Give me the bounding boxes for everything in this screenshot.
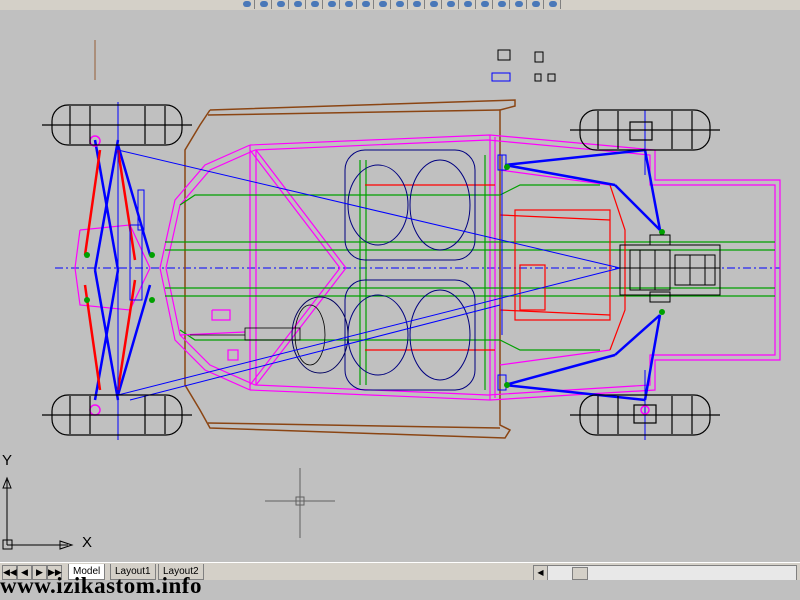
match-icon (311, 1, 319, 7)
ortho-icon[interactable] (393, 0, 408, 9)
lwt-icon[interactable] (461, 0, 476, 9)
render-icon (345, 1, 353, 7)
snap-icon (379, 1, 387, 7)
distance-icon (328, 1, 336, 7)
front-suspension (83, 102, 155, 440)
help-icon (549, 1, 557, 7)
polar-icon[interactable] (410, 0, 425, 9)
body-outline (94, 40, 516, 439)
ortho-icon (396, 1, 404, 7)
grid-icon (362, 1, 370, 7)
ucs-x-label: X (82, 534, 93, 551)
layer-icon (277, 1, 285, 7)
match-icon[interactable] (308, 0, 323, 9)
model-icon[interactable] (478, 0, 493, 9)
model-icon (481, 1, 489, 7)
print-icon[interactable] (495, 0, 510, 9)
scroll-left-icon[interactable]: ◀ (534, 566, 548, 580)
snap-icon[interactable] (376, 0, 391, 9)
help-icon[interactable] (546, 0, 561, 9)
otrack-icon (447, 1, 455, 7)
otrack-icon[interactable] (444, 0, 459, 9)
seats (291, 149, 476, 391)
osnap-icon[interactable] (427, 0, 442, 9)
polar-icon (413, 1, 421, 7)
watermark-text: www.izikastom.info (0, 573, 202, 598)
zoom-icon[interactable] (240, 0, 255, 9)
engine-block (619, 234, 721, 303)
drawing-canvas[interactable]: Y X (0, 10, 800, 562)
grid-icon[interactable] (359, 0, 374, 9)
print-icon (498, 1, 506, 7)
crosshair-cursor (265, 468, 335, 538)
preview-icon[interactable] (512, 0, 527, 9)
pan-icon (260, 1, 268, 7)
red-components (179, 184, 626, 361)
scroll-thumb[interactable] (572, 567, 588, 580)
zoom-icon (243, 1, 251, 7)
osnap-icon (430, 1, 438, 7)
publish-icon (532, 1, 540, 7)
properties-icon (294, 1, 302, 7)
preview-icon (515, 1, 523, 7)
publish-icon[interactable] (529, 0, 544, 9)
render-icon[interactable] (342, 0, 357, 9)
wheel-front-right (42, 394, 192, 436)
distance-icon[interactable] (325, 0, 340, 9)
layer-icon[interactable] (274, 0, 289, 9)
small-parts (491, 49, 556, 82)
ucs-y-label: Y (2, 452, 13, 469)
ucs-icon (2, 476, 74, 550)
horizontal-scrollbar[interactable]: ◀ (533, 565, 797, 581)
pan-icon[interactable] (257, 0, 272, 9)
properties-icon[interactable] (291, 0, 306, 9)
lwt-icon (464, 1, 472, 7)
wheel-front-left (42, 104, 192, 146)
